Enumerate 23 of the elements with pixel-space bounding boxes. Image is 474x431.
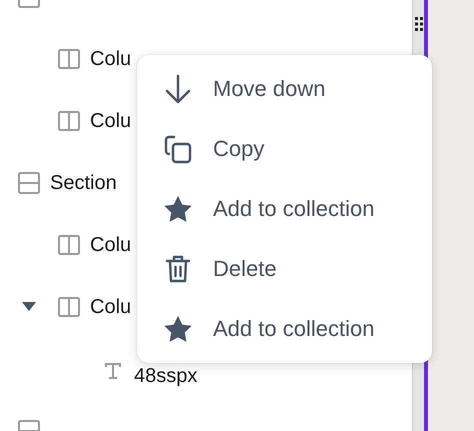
menu-item[interactable]: Delete [213, 256, 277, 282]
copy-icon [164, 134, 192, 164]
menu-item[interactable]: Move down [213, 76, 326, 102]
tree-item-label[interactable]: Colu [90, 48, 132, 70]
star-icon [163, 195, 193, 223]
arrow-down-icon [164, 74, 192, 104]
caret-icon[interactable] [22, 302, 36, 312]
section-icon [18, 172, 40, 194]
column-icon [58, 111, 80, 131]
column-icon [58, 297, 80, 317]
star-icon [163, 315, 193, 343]
tree-item-label[interactable]: Colu [90, 234, 132, 256]
trash-icon [165, 254, 191, 284]
menu-item[interactable]: Add to collection [213, 196, 374, 222]
tree-item-label[interactable]: Colu [90, 110, 132, 132]
menu-item[interactable]: Add to collection [213, 316, 374, 342]
column-icon [58, 49, 80, 69]
text-icon [104, 362, 122, 380]
tree-item-label[interactable]: Section [50, 172, 117, 194]
column-icon [58, 235, 80, 255]
drag-handle-icon[interactable] [414, 17, 422, 31]
tree-item-label[interactable]: Colu [90, 296, 132, 318]
menu-item[interactable]: Copy [213, 136, 264, 162]
